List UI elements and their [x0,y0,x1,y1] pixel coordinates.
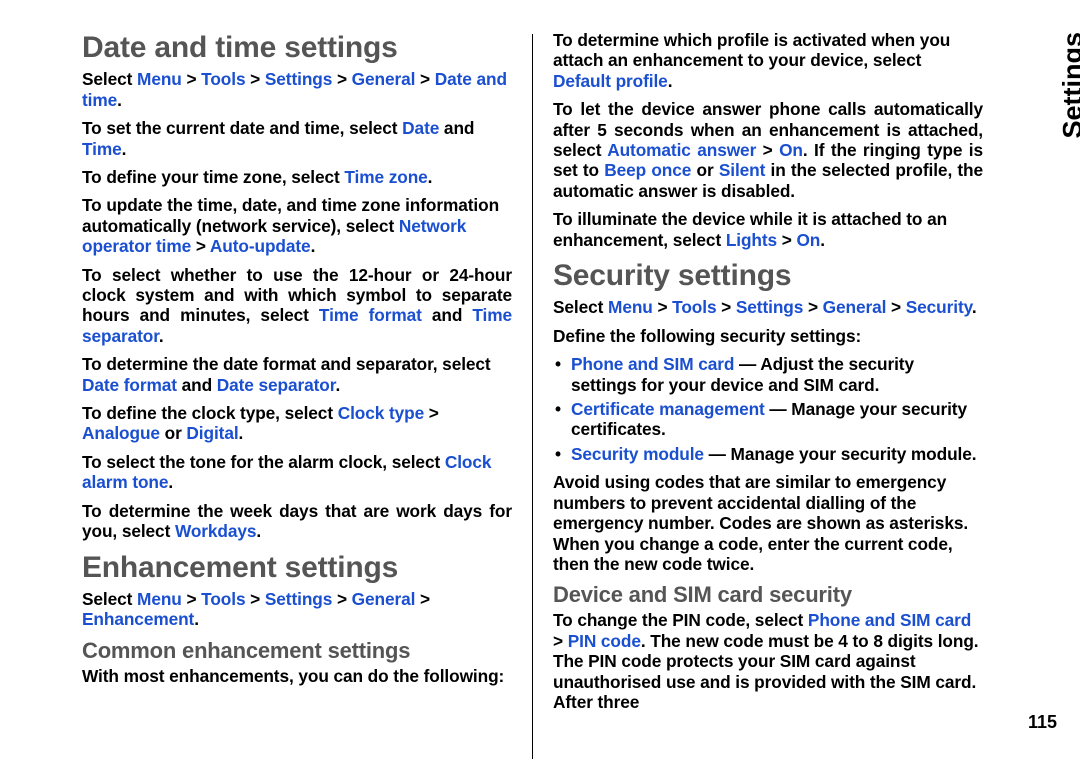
page-number: 115 [1028,712,1057,733]
subheading-device-sim: Device and SIM card security [553,582,983,608]
paragraph: To let the device answer phone calls aut… [553,99,983,201]
side-tab-label: Settings [1058,32,1080,139]
paragraph: To change the PIN code, select Phone and… [553,610,983,712]
paragraph: To determine which profile is activated … [553,30,983,91]
paragraph: Define the following security settings: [553,326,983,346]
paragraph: To determine the date format and separat… [82,354,512,395]
paragraph: To determine the week days that are work… [82,501,512,542]
paragraph: To update the time, date, and time zone … [82,195,512,256]
paragraph: Select Menu > Tools > Settings > General… [553,297,983,317]
heading-enhancement: Enhancement settings [82,550,512,585]
heading-date-time: Date and time settings [82,30,512,65]
paragraph: To set the current date and time, select… [82,118,512,159]
paragraph: Select Menu > Tools > Settings > General… [82,589,512,630]
list-item: Security module — Manage your security m… [553,444,983,464]
page: Date and time settings Select Menu > Too… [0,0,1080,779]
paragraph: With most enhancements, you can do the f… [82,666,512,686]
paragraph: To define the clock type, select Clock t… [82,403,512,444]
paragraph: To select the tone for the alarm clock, … [82,452,512,493]
list-item: Certificate management — Manage your sec… [553,399,983,440]
paragraph: To define your time zone, select Time zo… [82,167,512,187]
heading-security: Security settings [553,258,983,293]
right-column: To determine which profile is activated … [533,30,983,761]
subheading-common-enhancement: Common enhancement settings [82,638,512,664]
paragraph: To illuminate the device while it is att… [553,209,983,250]
security-list: Phone and SIM card — Adjust the security… [553,354,983,464]
list-item: Phone and SIM card — Adjust the security… [553,354,983,395]
paragraph: Avoid using codes that are similar to em… [553,472,983,574]
left-column: Date and time settings Select Menu > Too… [82,30,532,761]
paragraph: To select whether to use the 12-hour or … [82,265,512,347]
paragraph: Select Menu > Tools > Settings > General… [82,69,512,110]
